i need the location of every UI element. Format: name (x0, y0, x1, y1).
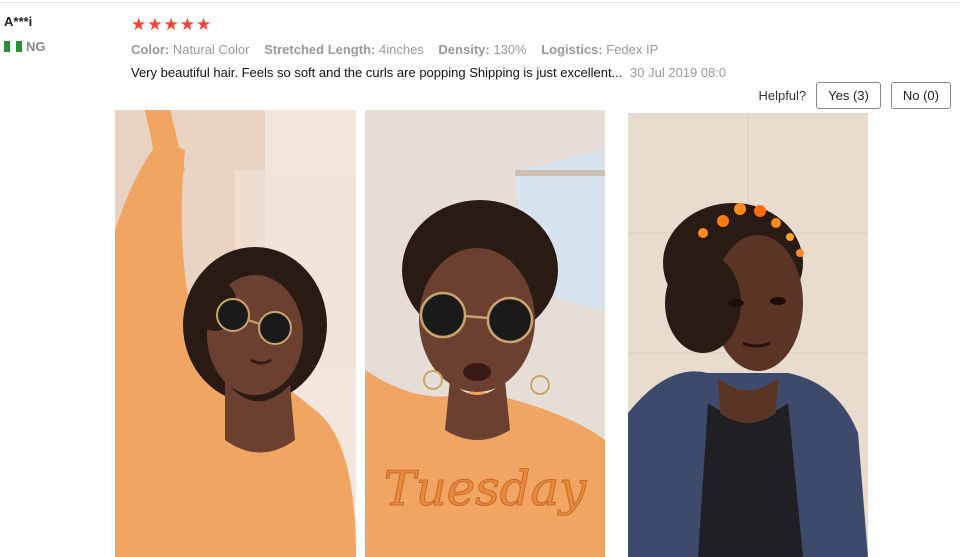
nigeria-flag-icon (4, 41, 22, 52)
star-rating: ★★★★★ (131, 15, 213, 34)
attr-density: Density: 130% (438, 42, 527, 57)
helpful-yes-button[interactable]: Yes (3) (816, 82, 881, 109)
helpful-no-button[interactable]: No (0) (890, 82, 951, 109)
review-photo-3-image (628, 113, 868, 557)
attr-logistics: Logistics: Fedex IP (541, 42, 659, 57)
top-divider (0, 2, 960, 3)
review-text: Very beautiful hair. Feels so soft and t… (131, 65, 623, 80)
helpful-label: Helpful? (758, 88, 807, 103)
reviewer-info: A***i NG (4, 14, 46, 54)
review-photo-2-image: Tuesday (365, 110, 605, 557)
review-text-line: Very beautiful hair. Feels so soft and t… (131, 65, 951, 80)
attr-stretched-length: Stretched Length: 4inches (264, 42, 424, 57)
review-photo-1-image (115, 110, 356, 557)
reviewer-name: A***i (4, 14, 33, 29)
review-body: ★★★★★ Color: Natural Color Stretched Len… (131, 15, 951, 81)
review-photo-1[interactable] (115, 110, 356, 557)
attr-color: Color: Natural Color (131, 42, 250, 57)
review-photo-2[interactable]: Tuesday (365, 110, 605, 557)
review-photo-3[interactable] (628, 113, 868, 557)
country-code: NG (26, 39, 46, 54)
review-date: 30 Jul 2019 08:0 (630, 65, 727, 80)
reviewer-country: NG (4, 39, 46, 54)
helpful-voting: Helpful? Yes (3) No (0) (758, 82, 951, 109)
sku-attributes: Color: Natural Color Stretched Length: 4… (131, 42, 951, 57)
sweater-text: Tuesday (384, 461, 587, 517)
